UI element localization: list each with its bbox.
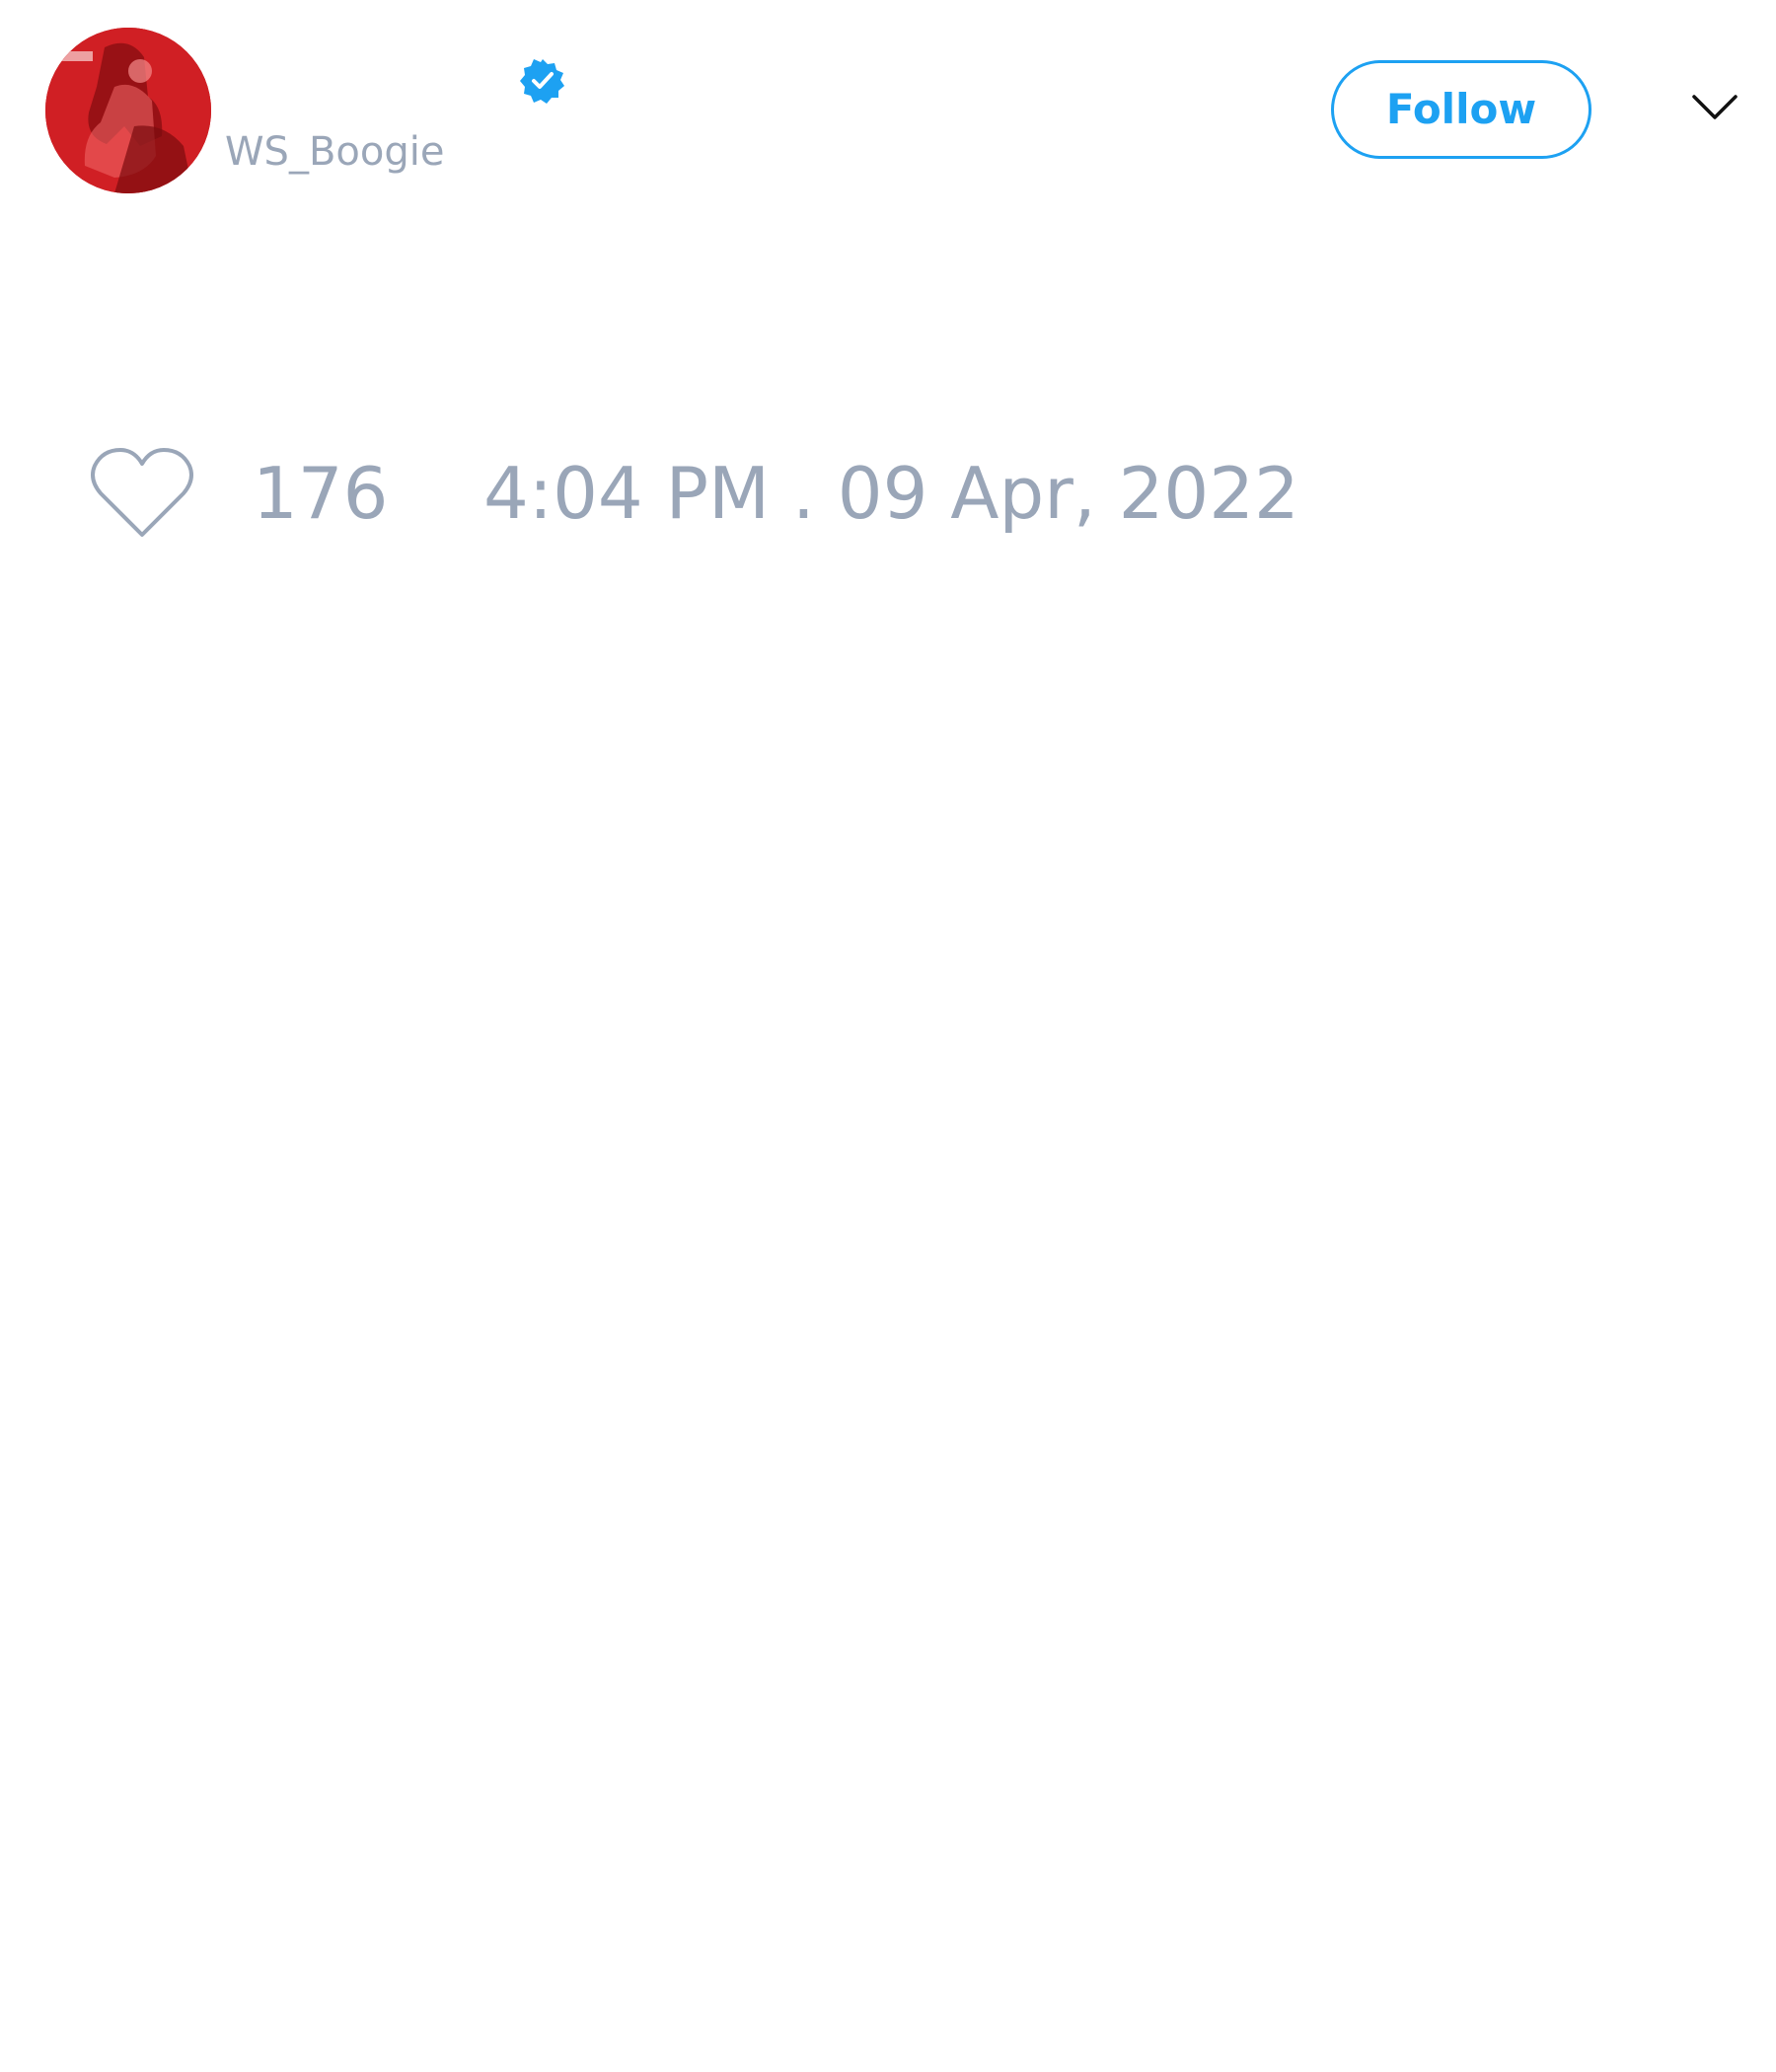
author-handle[interactable]: WS_Boogie [225,128,444,176]
tweet-actions: 176 4:04 PM . 09 Apr, 2022 [0,434,1776,553]
avatar[interactable] [45,28,211,193]
like-count: 176 [253,452,389,535]
avatar-image [45,28,211,193]
tweet-timestamp[interactable]: 4:04 PM . 09 Apr, 2022 [483,454,1299,533]
heart-outline-icon[interactable] [87,444,197,543]
follow-button[interactable]: Follow [1331,60,1591,159]
chevron-down-icon[interactable] [1691,91,1739,124]
verified-badge-icon [520,59,564,104]
tweet-header: WS_Boogie Follow [0,0,1776,207]
